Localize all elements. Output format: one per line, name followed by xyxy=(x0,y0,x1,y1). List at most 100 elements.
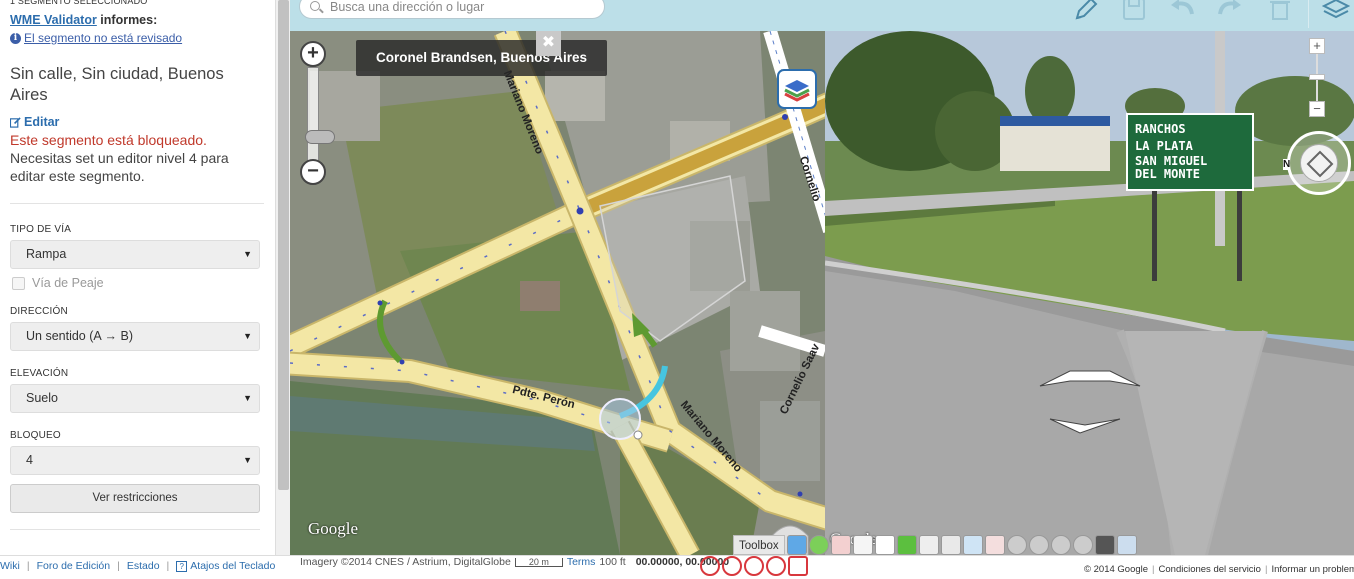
road-type-value: Rampa xyxy=(26,247,67,261)
save-icon[interactable] xyxy=(1120,0,1148,24)
pan-arrows-icon xyxy=(1306,150,1334,178)
lock-select[interactable]: 4 ▼ xyxy=(10,446,260,475)
sv-zoom-out-button[interactable]: − xyxy=(1309,101,1325,117)
selection-count: 1 SEGMENTO SELECCIONADO xyxy=(10,0,148,6)
google-logo: Google xyxy=(308,519,359,538)
toll-label: Vía de Peaje xyxy=(32,276,104,290)
elevation-select[interactable]: Suelo ▼ xyxy=(10,384,260,413)
arrow-left-icon[interactable] xyxy=(786,535,807,555)
sv-terms-link[interactable]: Condiciones del servicio xyxy=(1159,564,1261,575)
toll-checkbox-row[interactable]: Vía de Peaje xyxy=(12,276,264,290)
square-icon[interactable] xyxy=(874,535,895,555)
tools-icon[interactable] xyxy=(852,535,873,555)
split-icon[interactable] xyxy=(962,535,983,555)
validator-warning-text[interactable]: El segmento no está revisado xyxy=(24,31,182,45)
roundabout-icon[interactable] xyxy=(1050,535,1071,555)
trash-icon[interactable] xyxy=(1266,0,1294,24)
city-banner: Coronel Brandsen, Buenos Aires xyxy=(356,40,607,76)
sv-report-link[interactable]: Informar un problema xyxy=(1271,564,1354,575)
sign-line: LA PLATA xyxy=(1135,139,1193,153)
toolbox-label[interactable]: Toolbox xyxy=(733,535,785,555)
search-icon xyxy=(310,1,320,11)
toolbox: Toolbox xyxy=(733,533,1137,557)
close-street-view-button[interactable]: ✖ xyxy=(536,31,561,56)
direction-label: DIRECCIÓN xyxy=(10,306,68,317)
zoom-slider[interactable] xyxy=(305,67,335,162)
search-placeholder: Busca una dirección o lugar xyxy=(330,0,485,14)
direction-select[interactable]: Un sentido (A → B) ▼ xyxy=(10,322,260,351)
scale-bar-ft: 100 ft xyxy=(599,556,626,568)
zoom-out-button[interactable]: − xyxy=(300,159,326,185)
keyboard-shortcuts-link[interactable]: Atajos del Teclado xyxy=(190,560,275,572)
search-segment-icon[interactable] xyxy=(1116,535,1137,555)
pan-control[interactable] xyxy=(1300,144,1338,182)
road-sign: RANCHOS LA PLATA SAN MIGUEL DEL MONTE xyxy=(1135,121,1235,181)
street-view-attribution: © 2014 Google | Condiciones del servicio |… xyxy=(1081,563,1354,576)
imagery-credit: Imagery ©2014 CNES / Astrium, DigitalGlo… xyxy=(300,556,511,568)
eraser-icon[interactable] xyxy=(1094,535,1115,555)
measure-icon[interactable] xyxy=(700,556,720,576)
street-view-zoom: + − xyxy=(1309,38,1325,117)
validator-warning[interactable]: i El segmento no está revisado xyxy=(10,31,264,45)
link-icon[interactable] xyxy=(744,556,764,576)
terms-link[interactable]: Terms xyxy=(567,556,596,568)
sv-zoom-handle[interactable] xyxy=(1309,74,1325,80)
edit-address-link[interactable]: Editar xyxy=(10,115,264,129)
roundabout-icon[interactable] xyxy=(1072,535,1093,555)
status-link[interactable]: Estado xyxy=(127,560,160,572)
segment-sidebar: 1 SEGMENTO SELECCIONADO WME Validator in… xyxy=(0,0,290,579)
direction-value: Un sentido (A → B) xyxy=(26,329,133,343)
map-attribution: Imagery ©2014 CNES / Astrium, DigitalGlo… xyxy=(300,556,729,568)
zoom-in-button[interactable]: + xyxy=(300,41,326,67)
wiki-link[interactable]: Wiki xyxy=(0,560,20,572)
sv-copyright: © 2014 Google xyxy=(1084,564,1149,575)
copy-icon[interactable] xyxy=(940,535,961,555)
power-icon[interactable] xyxy=(808,535,829,555)
editor-level-message: Necesitas set un editor nivel 4 para edi… xyxy=(10,150,229,184)
scale-bar: 20 m xyxy=(514,557,563,567)
cut-icon[interactable] xyxy=(984,535,1005,555)
zoom-slider-handle[interactable] xyxy=(305,130,335,144)
sign-line: RANCHOS xyxy=(1135,122,1186,136)
search-input[interactable]: Busca una dirección o lugar xyxy=(299,0,605,19)
street-view-compass[interactable] xyxy=(1287,131,1351,195)
forum-link[interactable]: Foro de Edición xyxy=(37,560,111,572)
undo-icon[interactable] xyxy=(1168,0,1196,24)
segment-address: Sin calle, Sin ciudad, Buenos Aires xyxy=(10,65,224,104)
map-canvas[interactable]: Mariano Moreno Mariano Moreno Cornelio C… xyxy=(290,31,825,555)
grid-icon[interactable] xyxy=(918,535,939,555)
sidebar-content: 1 SEGMENTO SELECCIONADO WME Validator in… xyxy=(0,0,274,555)
link-icon[interactable] xyxy=(788,556,808,576)
toll-checkbox[interactable] xyxy=(12,276,25,290)
pencil-icon[interactable] xyxy=(1071,0,1099,24)
check-icon[interactable] xyxy=(896,535,917,555)
lock-value: 4 xyxy=(26,453,33,467)
sidebar-scrollbar-thumb[interactable] xyxy=(278,0,289,490)
toolbar-divider xyxy=(1308,0,1309,28)
satellite-map[interactable] xyxy=(290,31,825,555)
view-restrictions-button[interactable]: Ver restricciones xyxy=(10,484,260,513)
info-icon: i xyxy=(10,32,21,44)
validator-link[interactable]: WME Validator xyxy=(10,13,97,27)
lock-label: BLOQUEO xyxy=(10,430,61,441)
map-layers-button[interactable] xyxy=(777,69,817,109)
road-type-select[interactable]: Rampa ▼ xyxy=(10,240,260,269)
sidebar-scrollbar[interactable] xyxy=(275,0,290,555)
street-view-panel[interactable]: RANCHOS LA PLATA SAN MIGUEL DEL MONTE + … xyxy=(825,31,1354,555)
map-zoom-control: + − xyxy=(300,41,335,188)
validator-report: WME Validator informes: xyxy=(10,13,264,27)
link-icon[interactable] xyxy=(766,556,786,576)
redo-icon[interactable] xyxy=(1216,0,1244,24)
keyboard-icon: ? xyxy=(176,560,188,572)
edit-icon xyxy=(10,116,21,128)
roundabout-icon[interactable] xyxy=(1028,535,1049,555)
layers-icon[interactable] xyxy=(1322,0,1350,24)
link-icon[interactable] xyxy=(722,556,742,576)
roundabout-icon[interactable] xyxy=(1006,535,1027,555)
sign-line: SAN MIGUEL DEL MONTE xyxy=(1135,154,1208,181)
footer-links: Wiki | Foro de Edición | Estado | ? Atajos d… xyxy=(0,560,276,572)
street-view-image[interactable] xyxy=(825,31,1354,555)
sv-zoom-in-button[interactable]: + xyxy=(1309,38,1325,54)
select-icon[interactable] xyxy=(830,535,851,555)
map-tool-icons xyxy=(700,556,808,576)
